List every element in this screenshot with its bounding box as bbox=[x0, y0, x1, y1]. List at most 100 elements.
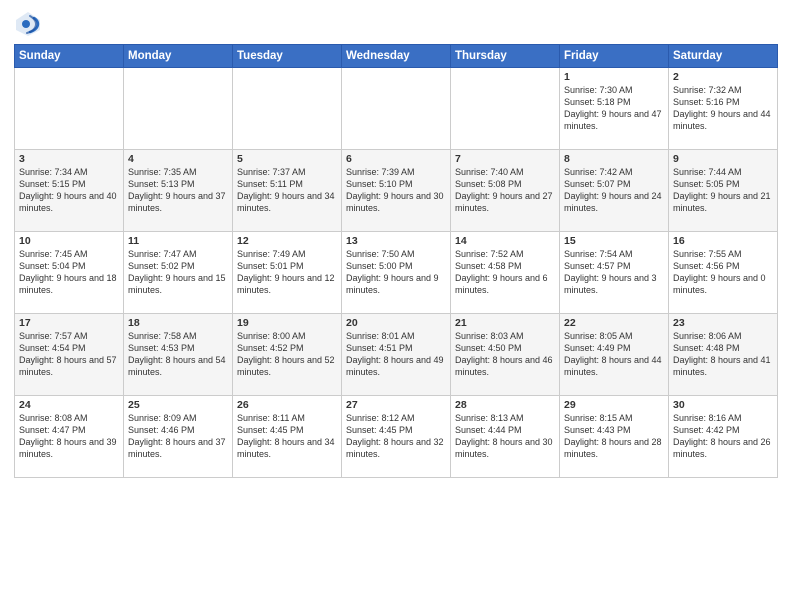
day-number: 7 bbox=[455, 153, 555, 165]
calendar-header-row: SundayMondayTuesdayWednesdayThursdayFrid… bbox=[15, 45, 778, 68]
calendar-cell: 9Sunrise: 7:44 AM Sunset: 5:05 PM Daylig… bbox=[669, 150, 778, 232]
day-info: Sunrise: 7:57 AM Sunset: 4:54 PM Dayligh… bbox=[19, 330, 119, 379]
day-number: 13 bbox=[346, 235, 446, 247]
day-number: 23 bbox=[673, 317, 773, 329]
day-number: 3 bbox=[19, 153, 119, 165]
calendar-cell: 18Sunrise: 7:58 AM Sunset: 4:53 PM Dayli… bbox=[124, 314, 233, 396]
day-number: 4 bbox=[128, 153, 228, 165]
day-info: Sunrise: 7:34 AM Sunset: 5:15 PM Dayligh… bbox=[19, 166, 119, 215]
day-info: Sunrise: 8:00 AM Sunset: 4:52 PM Dayligh… bbox=[237, 330, 337, 379]
calendar-cell: 28Sunrise: 8:13 AM Sunset: 4:44 PM Dayli… bbox=[451, 396, 560, 478]
day-info: Sunrise: 7:45 AM Sunset: 5:04 PM Dayligh… bbox=[19, 248, 119, 297]
calendar-cell: 20Sunrise: 8:01 AM Sunset: 4:51 PM Dayli… bbox=[342, 314, 451, 396]
calendar-cell bbox=[342, 68, 451, 150]
day-number: 14 bbox=[455, 235, 555, 247]
calendar-cell: 17Sunrise: 7:57 AM Sunset: 4:54 PM Dayli… bbox=[15, 314, 124, 396]
day-info: Sunrise: 7:37 AM Sunset: 5:11 PM Dayligh… bbox=[237, 166, 337, 215]
calendar-cell bbox=[233, 68, 342, 150]
day-number: 22 bbox=[564, 317, 664, 329]
page: SundayMondayTuesdayWednesdayThursdayFrid… bbox=[0, 0, 792, 612]
day-number: 25 bbox=[128, 399, 228, 411]
day-info: Sunrise: 8:12 AM Sunset: 4:45 PM Dayligh… bbox=[346, 412, 446, 461]
day-info: Sunrise: 7:44 AM Sunset: 5:05 PM Dayligh… bbox=[673, 166, 773, 215]
day-info: Sunrise: 8:15 AM Sunset: 4:43 PM Dayligh… bbox=[564, 412, 664, 461]
day-info: Sunrise: 7:47 AM Sunset: 5:02 PM Dayligh… bbox=[128, 248, 228, 297]
day-number: 28 bbox=[455, 399, 555, 411]
calendar-cell: 2Sunrise: 7:32 AM Sunset: 5:16 PM Daylig… bbox=[669, 68, 778, 150]
day-number: 15 bbox=[564, 235, 664, 247]
calendar-cell: 22Sunrise: 8:05 AM Sunset: 4:49 PM Dayli… bbox=[560, 314, 669, 396]
calendar-cell: 27Sunrise: 8:12 AM Sunset: 4:45 PM Dayli… bbox=[342, 396, 451, 478]
day-number: 16 bbox=[673, 235, 773, 247]
day-info: Sunrise: 7:32 AM Sunset: 5:16 PM Dayligh… bbox=[673, 84, 773, 133]
calendar-cell bbox=[124, 68, 233, 150]
calendar-cell: 14Sunrise: 7:52 AM Sunset: 4:58 PM Dayli… bbox=[451, 232, 560, 314]
day-info: Sunrise: 7:35 AM Sunset: 5:13 PM Dayligh… bbox=[128, 166, 228, 215]
weekday-header-wednesday: Wednesday bbox=[342, 45, 451, 68]
day-number: 29 bbox=[564, 399, 664, 411]
day-info: Sunrise: 7:50 AM Sunset: 5:00 PM Dayligh… bbox=[346, 248, 446, 297]
calendar-cell: 6Sunrise: 7:39 AM Sunset: 5:10 PM Daylig… bbox=[342, 150, 451, 232]
day-info: Sunrise: 7:58 AM Sunset: 4:53 PM Dayligh… bbox=[128, 330, 228, 379]
day-info: Sunrise: 7:52 AM Sunset: 4:58 PM Dayligh… bbox=[455, 248, 555, 297]
day-info: Sunrise: 7:42 AM Sunset: 5:07 PM Dayligh… bbox=[564, 166, 664, 215]
day-number: 5 bbox=[237, 153, 337, 165]
calendar-table: SundayMondayTuesdayWednesdayThursdayFrid… bbox=[14, 44, 778, 478]
day-info: Sunrise: 8:16 AM Sunset: 4:42 PM Dayligh… bbox=[673, 412, 773, 461]
day-number: 20 bbox=[346, 317, 446, 329]
calendar-cell: 26Sunrise: 8:11 AM Sunset: 4:45 PM Dayli… bbox=[233, 396, 342, 478]
calendar-cell: 8Sunrise: 7:42 AM Sunset: 5:07 PM Daylig… bbox=[560, 150, 669, 232]
day-number: 21 bbox=[455, 317, 555, 329]
calendar-cell: 3Sunrise: 7:34 AM Sunset: 5:15 PM Daylig… bbox=[15, 150, 124, 232]
calendar-cell: 24Sunrise: 8:08 AM Sunset: 4:47 PM Dayli… bbox=[15, 396, 124, 478]
calendar-cell: 29Sunrise: 8:15 AM Sunset: 4:43 PM Dayli… bbox=[560, 396, 669, 478]
calendar-cell: 4Sunrise: 7:35 AM Sunset: 5:13 PM Daylig… bbox=[124, 150, 233, 232]
calendar-cell bbox=[15, 68, 124, 150]
day-info: Sunrise: 8:03 AM Sunset: 4:50 PM Dayligh… bbox=[455, 330, 555, 379]
calendar-cell: 12Sunrise: 7:49 AM Sunset: 5:01 PM Dayli… bbox=[233, 232, 342, 314]
weekday-header-monday: Monday bbox=[124, 45, 233, 68]
calendar-cell bbox=[451, 68, 560, 150]
calendar-cell: 16Sunrise: 7:55 AM Sunset: 4:56 PM Dayli… bbox=[669, 232, 778, 314]
day-number: 9 bbox=[673, 153, 773, 165]
calendar-cell: 30Sunrise: 8:16 AM Sunset: 4:42 PM Dayli… bbox=[669, 396, 778, 478]
day-number: 30 bbox=[673, 399, 773, 411]
day-number: 17 bbox=[19, 317, 119, 329]
day-info: Sunrise: 7:49 AM Sunset: 5:01 PM Dayligh… bbox=[237, 248, 337, 297]
day-info: Sunrise: 8:11 AM Sunset: 4:45 PM Dayligh… bbox=[237, 412, 337, 461]
day-info: Sunrise: 7:40 AM Sunset: 5:08 PM Dayligh… bbox=[455, 166, 555, 215]
day-info: Sunrise: 8:01 AM Sunset: 4:51 PM Dayligh… bbox=[346, 330, 446, 379]
day-info: Sunrise: 8:09 AM Sunset: 4:46 PM Dayligh… bbox=[128, 412, 228, 461]
day-info: Sunrise: 8:06 AM Sunset: 4:48 PM Dayligh… bbox=[673, 330, 773, 379]
day-number: 10 bbox=[19, 235, 119, 247]
calendar-week-row: 17Sunrise: 7:57 AM Sunset: 4:54 PM Dayli… bbox=[15, 314, 778, 396]
day-info: Sunrise: 8:08 AM Sunset: 4:47 PM Dayligh… bbox=[19, 412, 119, 461]
day-number: 1 bbox=[564, 71, 664, 83]
calendar-cell: 25Sunrise: 8:09 AM Sunset: 4:46 PM Dayli… bbox=[124, 396, 233, 478]
day-number: 18 bbox=[128, 317, 228, 329]
calendar-week-row: 1Sunrise: 7:30 AM Sunset: 5:18 PM Daylig… bbox=[15, 68, 778, 150]
calendar-week-row: 3Sunrise: 7:34 AM Sunset: 5:15 PM Daylig… bbox=[15, 150, 778, 232]
weekday-header-thursday: Thursday bbox=[451, 45, 560, 68]
calendar-cell: 19Sunrise: 8:00 AM Sunset: 4:52 PM Dayli… bbox=[233, 314, 342, 396]
logo-icon bbox=[14, 10, 42, 38]
calendar-cell: 11Sunrise: 7:47 AM Sunset: 5:02 PM Dayli… bbox=[124, 232, 233, 314]
weekday-header-sunday: Sunday bbox=[15, 45, 124, 68]
day-info: Sunrise: 8:13 AM Sunset: 4:44 PM Dayligh… bbox=[455, 412, 555, 461]
day-number: 24 bbox=[19, 399, 119, 411]
calendar-cell: 23Sunrise: 8:06 AM Sunset: 4:48 PM Dayli… bbox=[669, 314, 778, 396]
calendar-cell: 5Sunrise: 7:37 AM Sunset: 5:11 PM Daylig… bbox=[233, 150, 342, 232]
day-info: Sunrise: 7:39 AM Sunset: 5:10 PM Dayligh… bbox=[346, 166, 446, 215]
day-number: 8 bbox=[564, 153, 664, 165]
calendar-week-row: 10Sunrise: 7:45 AM Sunset: 5:04 PM Dayli… bbox=[15, 232, 778, 314]
day-number: 6 bbox=[346, 153, 446, 165]
logo bbox=[14, 10, 46, 38]
day-info: Sunrise: 7:30 AM Sunset: 5:18 PM Dayligh… bbox=[564, 84, 664, 133]
day-number: 26 bbox=[237, 399, 337, 411]
day-number: 11 bbox=[128, 235, 228, 247]
day-number: 2 bbox=[673, 71, 773, 83]
day-number: 12 bbox=[237, 235, 337, 247]
calendar-cell: 13Sunrise: 7:50 AM Sunset: 5:00 PM Dayli… bbox=[342, 232, 451, 314]
day-info: Sunrise: 8:05 AM Sunset: 4:49 PM Dayligh… bbox=[564, 330, 664, 379]
weekday-header-friday: Friday bbox=[560, 45, 669, 68]
